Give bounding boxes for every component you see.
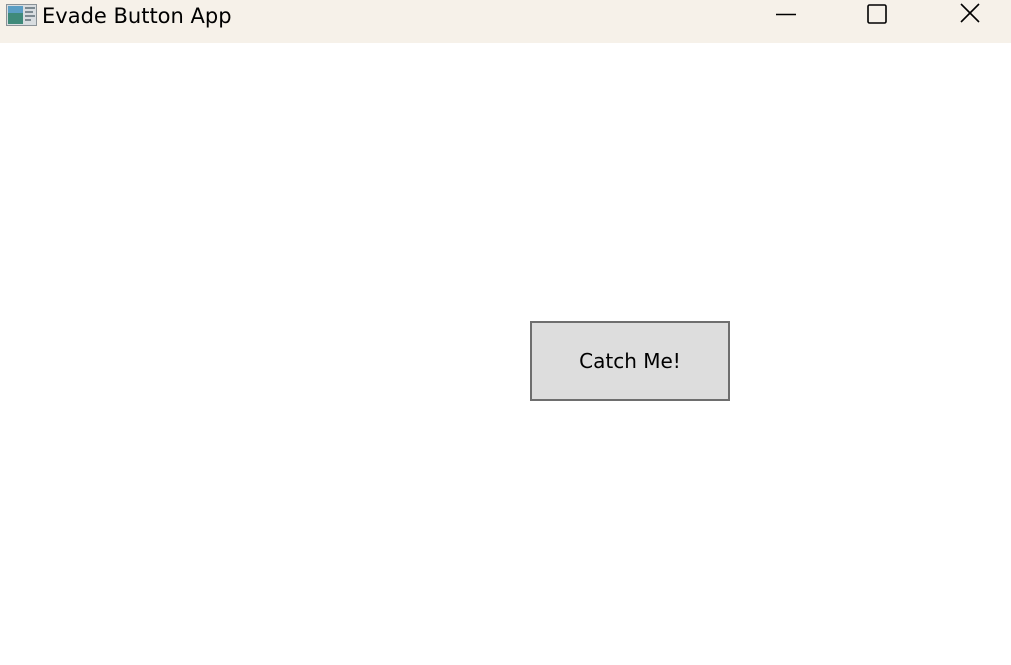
app-window-icon [6,4,37,26]
catch-me-button[interactable]: Catch Me! [530,321,730,401]
minimize-button[interactable] [763,0,809,30]
app-window: Evade Button App Catch Me! [0,0,1011,665]
title-bar[interactable]: Evade Button App [0,0,1011,43]
close-button[interactable] [947,0,993,30]
main-content: Catch Me! [0,43,1011,665]
maximize-button[interactable] [854,0,900,30]
window-title: Evade Button App [42,4,232,28]
